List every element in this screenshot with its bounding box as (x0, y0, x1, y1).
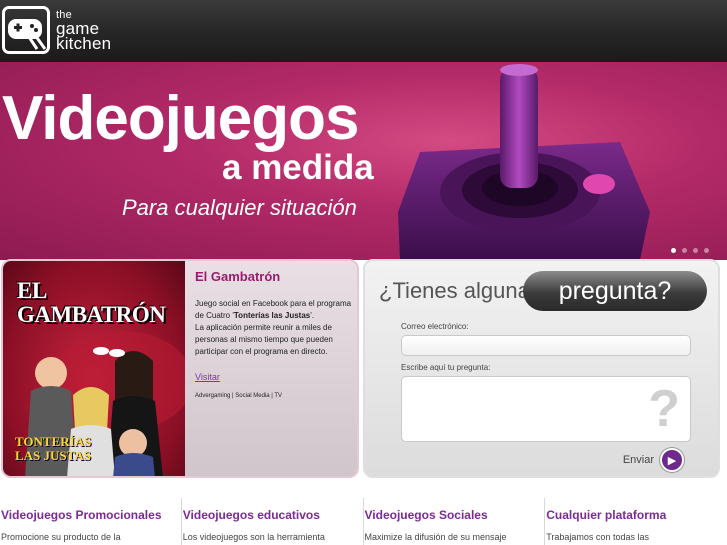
slider-dot[interactable] (671, 248, 676, 253)
service-title[interactable]: Videojuegos educativos (183, 508, 363, 522)
promo-image-title: EL GAMBATRÓN (17, 278, 166, 327)
gamepad-chef-icon (2, 6, 50, 54)
service-text: Los videojuegos son la herramienta (182, 532, 325, 542)
service-column: Videojuegos Promocionales Promocione su … (0, 498, 182, 545)
hero-subtitle: a medida (222, 148, 374, 187)
email-field[interactable] (401, 335, 691, 356)
service-column: Cualquier plataforma Trabajamos con toda… (545, 498, 727, 545)
question-textarea[interactable]: ? (401, 376, 691, 442)
question-heading: ¿Tienes alguna (379, 278, 530, 303)
description-text-2: La aplicación permite reunir a miles de … (195, 323, 333, 356)
question-form: ¿Tienes alguna pregunta? Correo electrón… (363, 259, 720, 478)
service-text: Trabajamos con todas las (546, 532, 649, 542)
slider-dot[interactable] (704, 248, 709, 253)
question-pill: pregunta? (523, 271, 707, 311)
featured-project-card: EL GAMBATRÓN TONTERÍAS LAS JUSTAS El Gam… (1, 259, 359, 478)
email-label: Correo electrónico: (401, 322, 469, 331)
services-row: Videojuegos Promocionales Promocione su … (0, 498, 727, 545)
logo-wordmark: the game kitchen (56, 9, 112, 53)
service-title[interactable]: Cualquier plataforma (546, 508, 727, 522)
hero-title: Videojuegos (2, 84, 359, 153)
hero-banner[interactable]: Videojuegos a medida Para cualquier situ… (0, 62, 727, 260)
send-label[interactable]: Enviar (623, 454, 654, 466)
question-label: Escribe aquí tu pregunta: (401, 363, 491, 372)
send-button[interactable]: ▶ (660, 448, 684, 472)
service-title[interactable]: Videojuegos Sociales (365, 508, 545, 522)
service-text: Promocione su producto de la (1, 532, 121, 542)
slider-dot[interactable] (682, 248, 687, 253)
question-mark-watermark: ? (648, 380, 680, 438)
service-column: Videojuegos educativos Los videojuegos s… (182, 498, 364, 545)
service-column: Videojuegos Sociales Maximize la difusió… (364, 498, 546, 545)
service-text: Maximize la difusión de su mensaje (364, 532, 507, 542)
slider-dots (671, 248, 709, 253)
service-title[interactable]: Videojuegos Promocionales (1, 508, 181, 522)
description-show-name: Tonterías las Justas (233, 311, 311, 320)
play-arrow-icon: ▶ (667, 454, 677, 467)
promo-image-subtitle-line2: LAS JUSTAS (15, 448, 91, 463)
visit-link[interactable]: Visitar (195, 372, 220, 382)
featured-project-description: Juego social en Facebook para el program… (195, 298, 353, 358)
site-logo[interactable]: the game kitchen (0, 6, 111, 54)
slider-dot[interactable] (693, 248, 698, 253)
featured-project-title: El Gambatrón (195, 269, 281, 284)
gambatron-promo-image[interactable]: EL GAMBATRÓN TONTERÍAS LAS JUSTAS (3, 261, 185, 476)
promo-image-subtitle: TONTERÍAS LAS JUSTAS (15, 435, 91, 463)
site-header: the game kitchen (0, 0, 727, 62)
project-tags: Advergaming | Social Media | TV (195, 393, 283, 399)
description-text-end: '. (310, 311, 314, 320)
featured-project-details: El Gambatrón Juego social en Facebook pa… (195, 269, 353, 399)
promo-image-subtitle-line1: TONTERÍAS (15, 434, 92, 449)
logo-line-kitchen: kitchen (56, 33, 112, 53)
hero-tagline: Para cualquier situación (122, 195, 357, 220)
send-control[interactable]: Enviar ▶ (623, 448, 684, 472)
